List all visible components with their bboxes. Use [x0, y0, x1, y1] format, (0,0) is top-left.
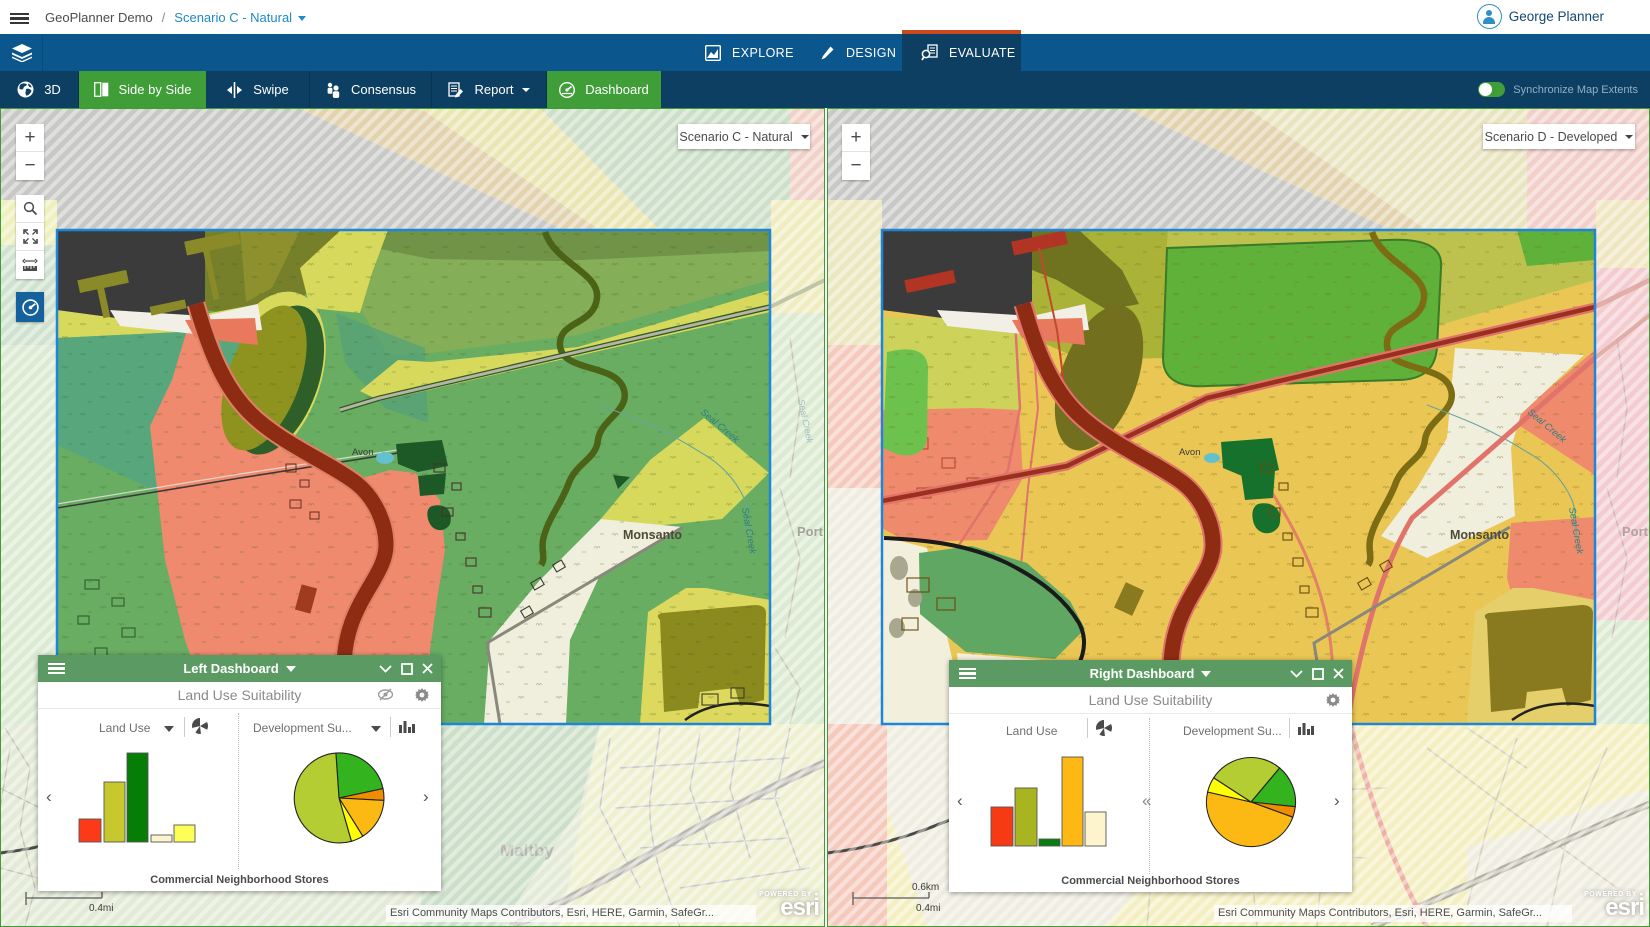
svg-text:Monsanto: Monsanto: [1450, 528, 1509, 542]
svg-text:0.6km: 0.6km: [912, 882, 939, 893]
svg-text:0.4mi: 0.4mi: [916, 903, 940, 911]
svg-text:Avon: Avon: [352, 447, 373, 458]
svg-text:Port: Port: [797, 524, 824, 539]
svg-text:Monsanto: Monsanto: [623, 528, 682, 542]
svg-text:Avon: Avon: [1179, 447, 1200, 458]
svg-text:0.4mi: 0.4mi: [89, 903, 113, 911]
svg-text:Port: Port: [1622, 524, 1649, 539]
